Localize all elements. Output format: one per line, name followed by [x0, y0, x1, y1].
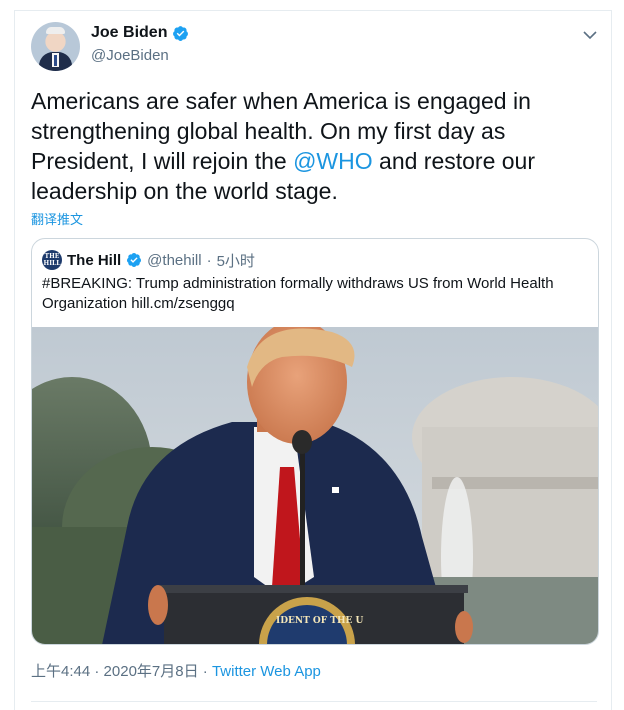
- tweet-meta: 上午4:44 · 2020年7月8日 · Twitter Web App: [31, 660, 321, 681]
- author-name[interactable]: Joe Biden: [91, 24, 189, 42]
- translate-tweet-link[interactable]: 翻译推文: [31, 209, 83, 228]
- the-hill-logo: THE HILL: [42, 250, 62, 270]
- divider: [31, 701, 597, 702]
- quoted-tweet-photo[interactable]: IDENT OF THE U: [32, 327, 599, 645]
- tweet-source[interactable]: Twitter Web App: [212, 663, 321, 680]
- quoted-tweet-header: THE HILL The Hill @thehill · 5小时: [42, 249, 255, 271]
- author-handle[interactable]: @JoeBiden: [91, 47, 169, 64]
- presidential-seal-text: IDENT OF THE U: [276, 616, 363, 626]
- avatar[interactable]: [31, 22, 80, 71]
- quoted-author-handle: @thehill: [147, 251, 202, 269]
- tweet-time[interactable]: 上午4:44: [31, 663, 90, 680]
- meta-separator: ·: [90, 663, 104, 680]
- mention-link[interactable]: @WHO: [293, 148, 373, 174]
- separator-dot: ·: [206, 251, 212, 269]
- verified-badge-icon: [127, 253, 142, 267]
- tweet-card: Joe Biden @JoeBiden Americans are safer …: [14, 10, 612, 710]
- tweet-date[interactable]: 2020年7月8日: [104, 663, 199, 680]
- tweet-text: Americans are safer when America is enga…: [31, 86, 601, 206]
- tweet-header: Joe Biden @JoeBiden: [31, 22, 597, 72]
- quoted-timestamp: 5小时: [216, 252, 255, 270]
- quoted-tweet[interactable]: THE HILL The Hill @thehill · 5小时 #BREAKI…: [31, 238, 599, 645]
- meta-separator: ·: [198, 663, 212, 680]
- verified-badge-icon: [173, 25, 189, 41]
- quoted-tweet-text: #BREAKING: Trump administration formally…: [42, 275, 554, 312]
- quoted-author-name: The Hill: [67, 251, 122, 269]
- chevron-down-icon[interactable]: [583, 30, 597, 40]
- author-name-label[interactable]: Joe Biden: [91, 24, 167, 42]
